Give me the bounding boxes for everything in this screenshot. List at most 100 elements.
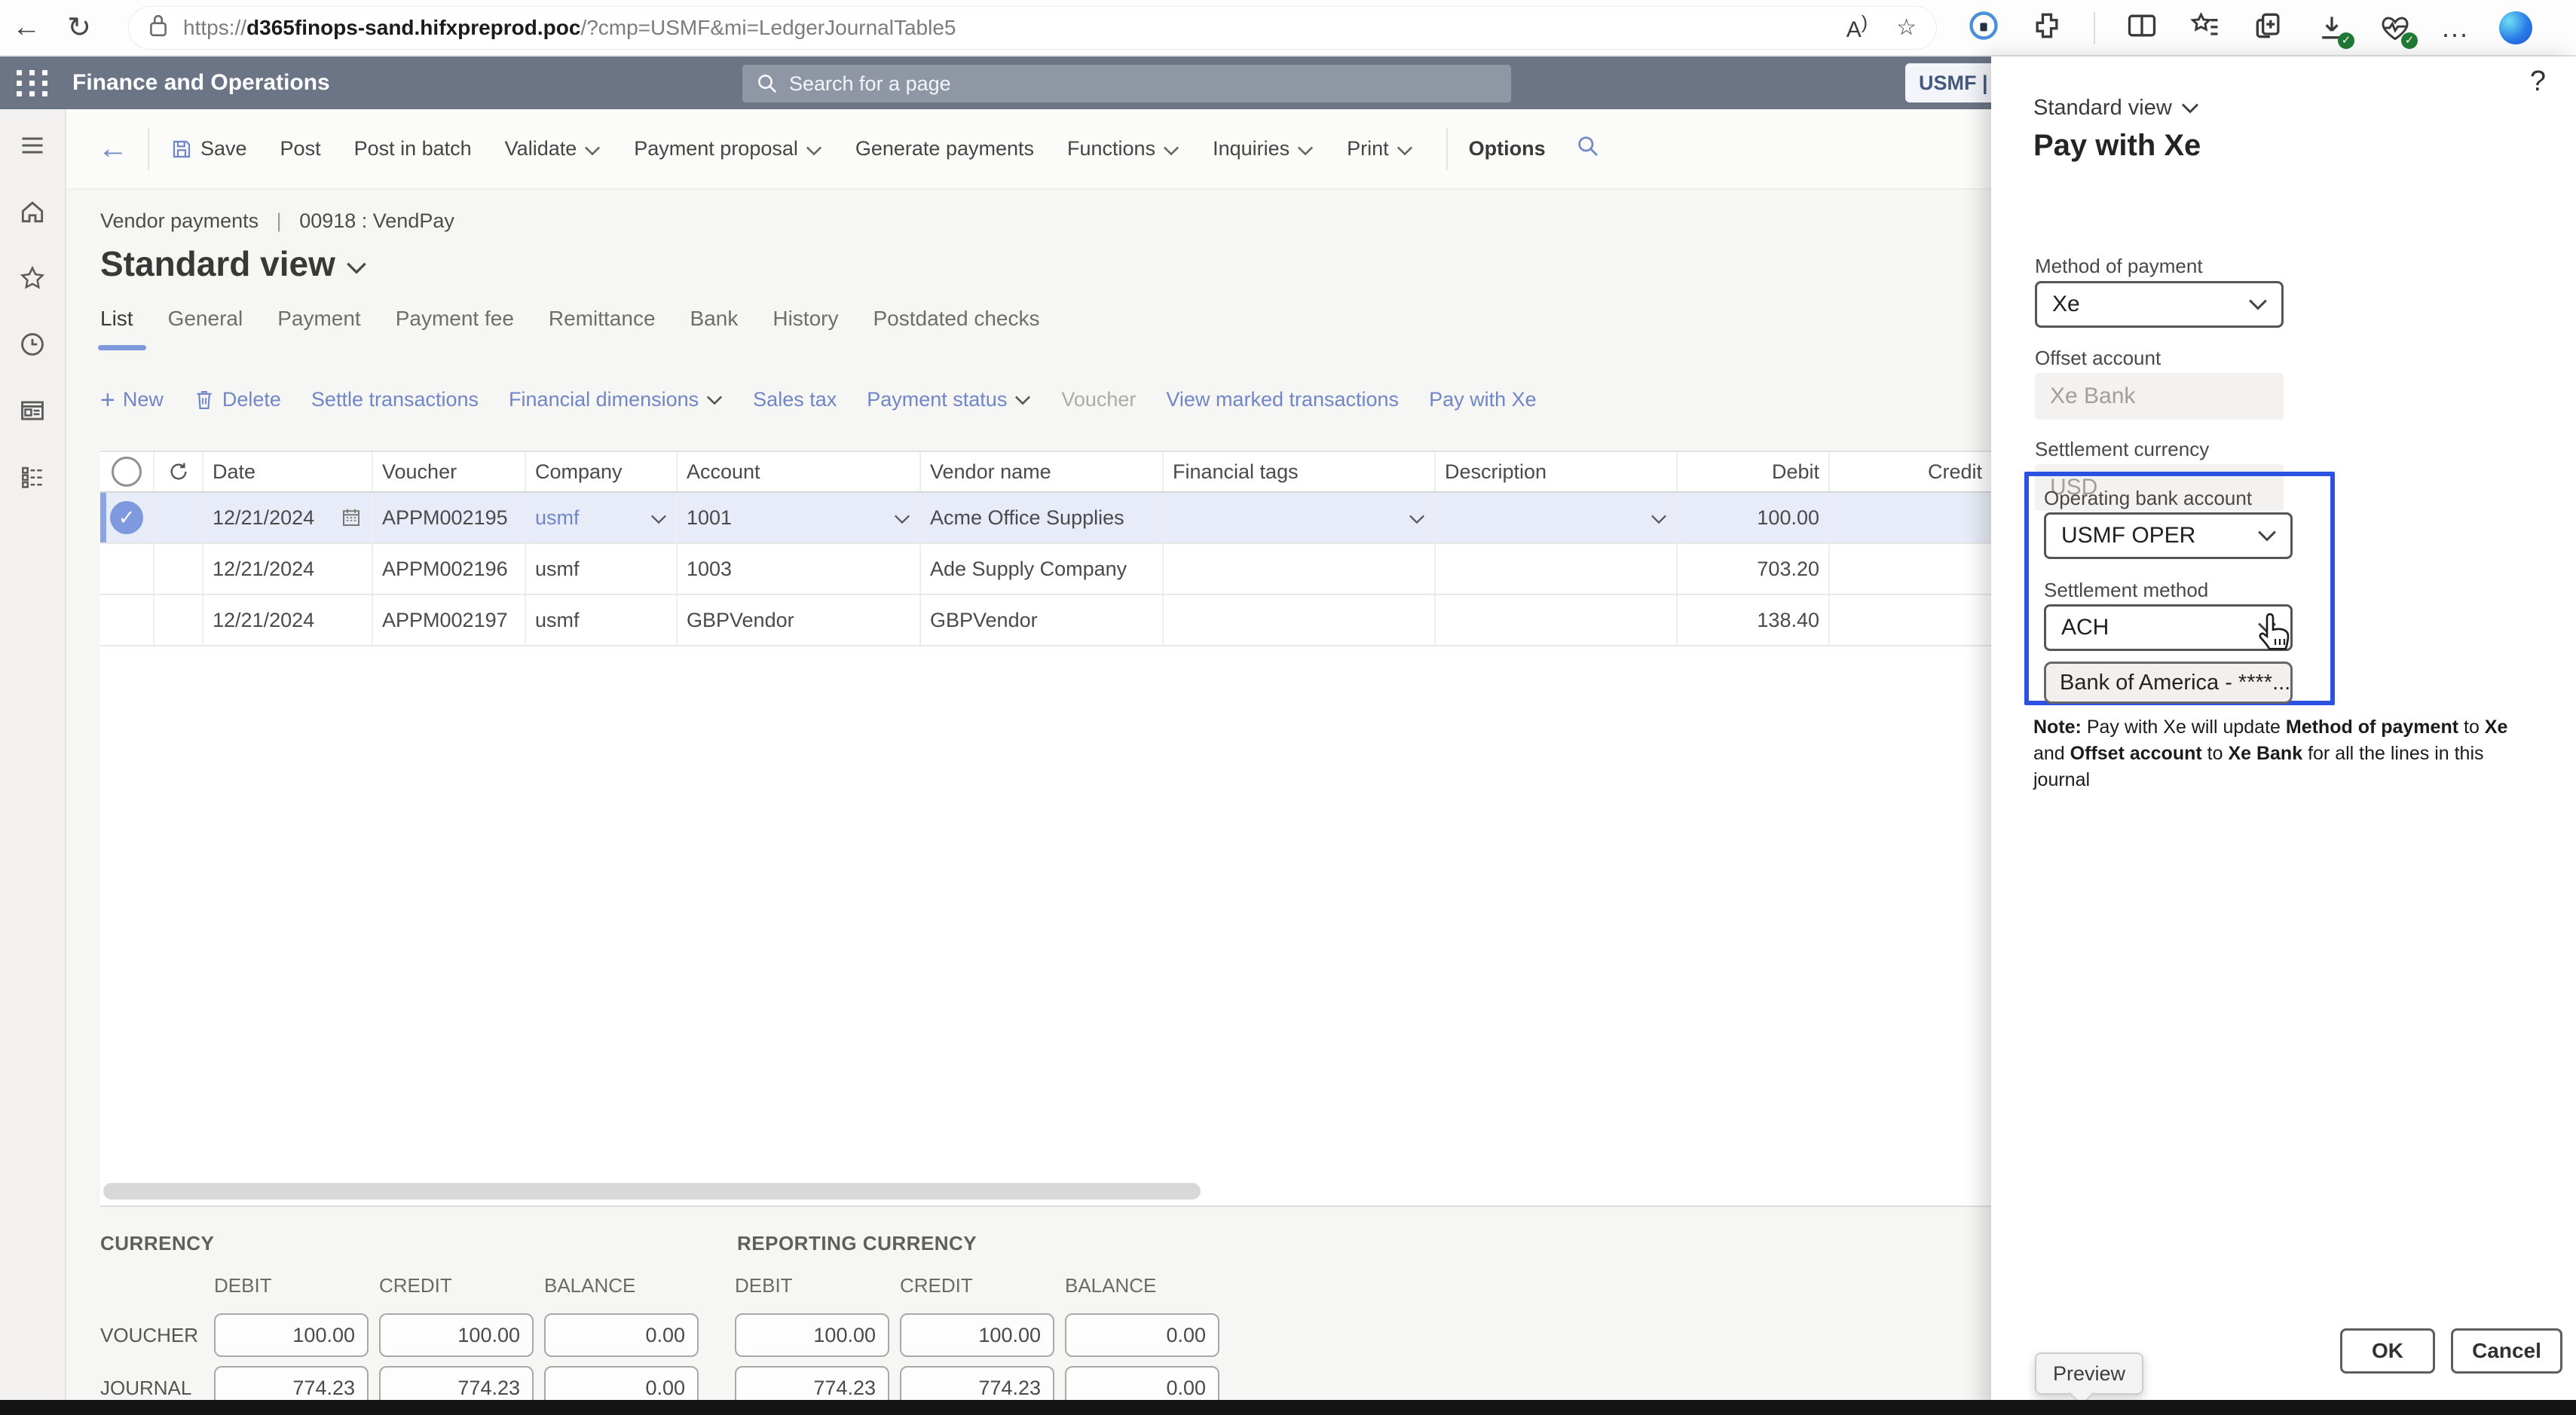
cell-account[interactable]: 1001 — [678, 493, 921, 542]
cell-date[interactable]: 12/21/2024 — [203, 493, 373, 542]
cell-account[interactable]: GBPVendor — [678, 595, 921, 645]
page-search-input[interactable] — [789, 72, 1452, 96]
tab-payment-fee[interactable]: Payment fee — [396, 307, 514, 350]
cell-vendor-name[interactable]: Acme Office Supplies — [921, 493, 1164, 542]
back-button[interactable]: ← — [98, 132, 128, 166]
cell-vendor-name[interactable]: Ade Supply Company — [921, 544, 1164, 594]
help-icon[interactable]: ? — [2530, 66, 2546, 98]
table-row[interactable]: 12/21/2024 APPM002196 usmf 1003 Ade Supp… — [100, 544, 1991, 595]
tab-remittance[interactable]: Remittance — [549, 307, 656, 350]
favorites-icon[interactable] — [17, 263, 47, 293]
inquiries-menu[interactable]: Inquiries — [1213, 137, 1314, 160]
cell-description[interactable] — [1436, 493, 1678, 542]
financial-dimensions-menu[interactable]: Financial dimensions — [509, 388, 723, 411]
cell-debit[interactable]: 138.40 — [1678, 595, 1830, 645]
post-button[interactable]: Post — [280, 137, 321, 160]
tab-general[interactable]: General — [168, 307, 243, 350]
tab-list[interactable]: List — [100, 307, 133, 350]
cell-account[interactable]: 1003 — [678, 544, 921, 594]
cell-company[interactable]: usmf — [526, 493, 678, 542]
table-row[interactable]: 12/21/2024 APPM002197 usmf GBPVendor GBP… — [100, 595, 1991, 646]
panel-view-selector[interactable]: Standard view — [2033, 96, 2199, 121]
new-button[interactable]: +New — [100, 388, 164, 411]
downloads-icon[interactable]: ✓ — [2315, 11, 2348, 44]
view-marked-transactions-button[interactable]: View marked transactions — [1166, 388, 1399, 411]
chevron-down-icon[interactable] — [650, 506, 667, 530]
tab-history[interactable]: History — [772, 307, 838, 350]
browser-essentials-icon[interactable]: ✓ — [2379, 11, 2412, 44]
split-screen-icon[interactable] — [2125, 9, 2158, 46]
pay-with-xe-button[interactable]: Pay with Xe — [1429, 388, 1537, 411]
action-search-icon[interactable] — [1576, 134, 1600, 164]
address-bar[interactable]: https://d365finops-sand.hifxpreprod.poc/… — [128, 6, 1937, 50]
col-header-account[interactable]: Account — [678, 452, 921, 491]
browser-back-icon[interactable]: ← — [0, 11, 53, 44]
cell-debit[interactable]: 703.20 — [1678, 544, 1830, 594]
row-checkbox[interactable] — [100, 544, 154, 594]
table-row[interactable]: ✓ 12/21/2024 APPM002195 usmf 1001 Acme O… — [100, 493, 1991, 544]
read-aloud-icon[interactable]: A) — [1846, 12, 1868, 43]
functions-menu[interactable]: Functions — [1067, 137, 1179, 160]
cell-description[interactable] — [1436, 544, 1678, 594]
chevron-down-icon[interactable] — [1651, 506, 1667, 530]
payment-proposal-menu[interactable]: Payment proposal — [634, 137, 822, 160]
cell-date[interactable]: 12/21/2024 — [203, 544, 373, 594]
page-title[interactable]: Standard view — [100, 243, 367, 284]
recent-icon[interactable] — [17, 329, 47, 359]
cell-debit[interactable]: 100.00 — [1678, 493, 1830, 542]
tab-postdated-checks[interactable]: Postdated checks — [873, 307, 1039, 350]
browser-refresh-icon[interactable]: ↻ — [53, 11, 106, 44]
settle-transactions-button[interactable]: Settle transactions — [311, 388, 479, 411]
cell-vendor-name[interactable]: GBPVendor — [921, 595, 1164, 645]
col-header-financial-tags[interactable]: Financial tags — [1164, 452, 1436, 491]
col-header-description[interactable]: Description — [1436, 452, 1678, 491]
cell-date[interactable]: 12/21/2024 — [203, 595, 373, 645]
cell-company[interactable]: usmf — [526, 544, 678, 594]
payment-status-menu[interactable]: Payment status — [867, 388, 1031, 411]
modules-icon[interactable] — [17, 462, 47, 492]
refresh-icon[interactable] — [154, 452, 203, 491]
col-header-date[interactable]: Date — [203, 452, 373, 491]
sales-tax-button[interactable]: Sales tax — [753, 388, 837, 411]
favorite-star-icon[interactable]: ☆ — [1896, 14, 1917, 41]
collections-icon[interactable] — [2189, 9, 2222, 46]
validate-menu[interactable]: Validate — [505, 137, 601, 160]
cell-financial-tags[interactable] — [1164, 493, 1436, 542]
password-manager-icon[interactable] — [1967, 9, 2000, 46]
cell-credit[interactable] — [1830, 493, 1991, 542]
col-header-debit[interactable]: Debit — [1678, 452, 1830, 491]
cell-voucher[interactable]: APPM002195 — [373, 493, 526, 542]
save-button[interactable]: Save — [170, 137, 247, 160]
waffle-menu-icon[interactable] — [0, 70, 66, 96]
scrollbar-thumb[interactable] — [103, 1183, 1201, 1200]
cell-voucher[interactable]: APPM002196 — [373, 544, 526, 594]
operating-bank-account-select[interactable]: USMF OPER — [2044, 512, 2293, 559]
row-checkbox-checked[interactable]: ✓ — [100, 493, 154, 542]
copy-link-icon[interactable] — [2252, 9, 2285, 46]
print-menu[interactable]: Print — [1347, 137, 1413, 160]
col-header-credit[interactable]: Credit — [1830, 452, 1991, 491]
copilot-icon[interactable] — [2499, 11, 2532, 44]
chevron-down-icon[interactable] — [1409, 506, 1425, 530]
calendar-icon[interactable] — [340, 506, 363, 529]
ok-button[interactable]: OK — [2340, 1328, 2435, 1374]
cell-company[interactable]: usmf — [526, 595, 678, 645]
breadcrumb-page[interactable]: Vendor payments — [100, 209, 259, 232]
cell-description[interactable] — [1436, 595, 1678, 645]
col-header-company[interactable]: Company — [526, 452, 678, 491]
row-checkbox[interactable] — [100, 595, 154, 645]
cell-financial-tags[interactable] — [1164, 595, 1436, 645]
generate-payments-button[interactable]: Generate payments — [855, 137, 1034, 160]
home-icon[interactable] — [17, 197, 47, 227]
delete-button[interactable]: Delete — [194, 388, 281, 411]
workspaces-icon[interactable] — [17, 396, 47, 426]
post-in-batch-button[interactable]: Post in batch — [354, 137, 472, 160]
col-header-vendor-name[interactable]: Vendor name — [921, 452, 1164, 491]
more-icon[interactable]: ... — [2442, 12, 2469, 44]
tab-payment[interactable]: Payment — [277, 307, 361, 350]
cell-credit[interactable] — [1830, 544, 1991, 594]
cell-financial-tags[interactable] — [1164, 544, 1436, 594]
page-search-box[interactable] — [742, 65, 1511, 102]
menu-icon[interactable] — [17, 130, 47, 160]
cancel-button[interactable]: Cancel — [2451, 1328, 2562, 1374]
